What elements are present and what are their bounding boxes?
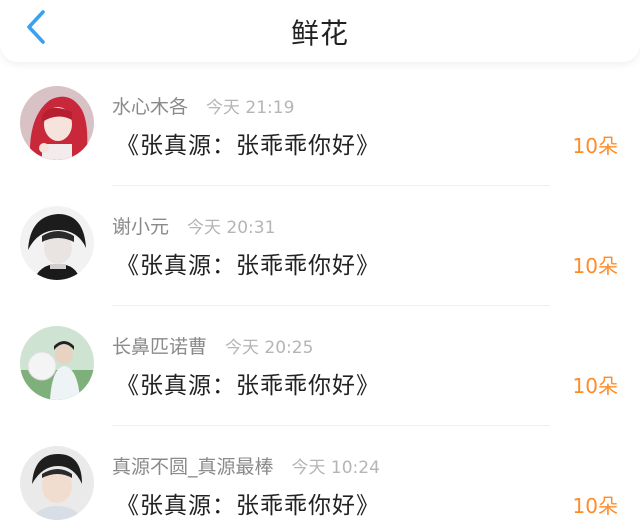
flower-count: 10朵 [572, 494, 618, 518]
list-item[interactable]: 长鼻匹诺曹 今天 20:25 《张真源：张乖乖你好》 10朵 [0, 306, 640, 426]
flower-count: 10朵 [572, 374, 618, 398]
page-title: 鲜花 [290, 17, 349, 50]
message-text: 《张真源：张乖乖你好》 [116, 133, 380, 159]
name-line: 谢小元 今天 20:31 [112, 212, 275, 239]
timestamp: 今天 20:25 [225, 338, 314, 358]
user-name[interactable]: 真源不圆_真源最棒 [112, 452, 274, 479]
name-line: 水心木各 今天 21:19 [112, 92, 294, 119]
list-item[interactable]: 谢小元 今天 20:31 《张真源：张乖乖你好》 10朵 [0, 186, 640, 306]
user-name[interactable]: 长鼻匹诺曹 [112, 332, 207, 359]
flower-count: 10朵 [572, 134, 618, 158]
avatar[interactable] [20, 206, 94, 280]
top-nav-bar: 鲜花 [0, 0, 640, 62]
name-line: 长鼻匹诺曹 今天 20:25 [112, 332, 313, 359]
message-text: 《张真源：张乖乖你好》 [116, 493, 380, 519]
message-text: 《张真源：张乖乖你好》 [116, 253, 380, 279]
timestamp: 今天 21:19 [206, 98, 295, 118]
timestamp: 今天 20:31 [187, 218, 276, 238]
avatar[interactable] [20, 326, 94, 400]
flower-gift-list: 水心木各 今天 21:19 《张真源：张乖乖你好》 10朵 谢小元 今天 20:… [0, 66, 640, 532]
timestamp: 今天 10:24 [291, 458, 380, 478]
flower-count: 10朵 [572, 254, 618, 278]
flowers-page: 鲜花 水心木各 今天 21:19 《张真源：张乖乖你好》 10朵 谢小元 今天 … [0, 0, 640, 532]
list-item[interactable]: 水心木各 今天 21:19 《张真源：张乖乖你好》 10朵 [0, 66, 640, 186]
name-line: 真源不圆_真源最棒 今天 10:24 [112, 452, 380, 479]
user-name[interactable]: 水心木各 [112, 92, 188, 119]
list-item[interactable]: 真源不圆_真源最棒 今天 10:24 《张真源：张乖乖你好》 10朵 [0, 426, 640, 532]
user-name[interactable]: 谢小元 [112, 212, 169, 239]
avatar[interactable] [20, 446, 94, 520]
avatar[interactable] [20, 86, 94, 160]
message-text: 《张真源：张乖乖你好》 [116, 373, 380, 399]
